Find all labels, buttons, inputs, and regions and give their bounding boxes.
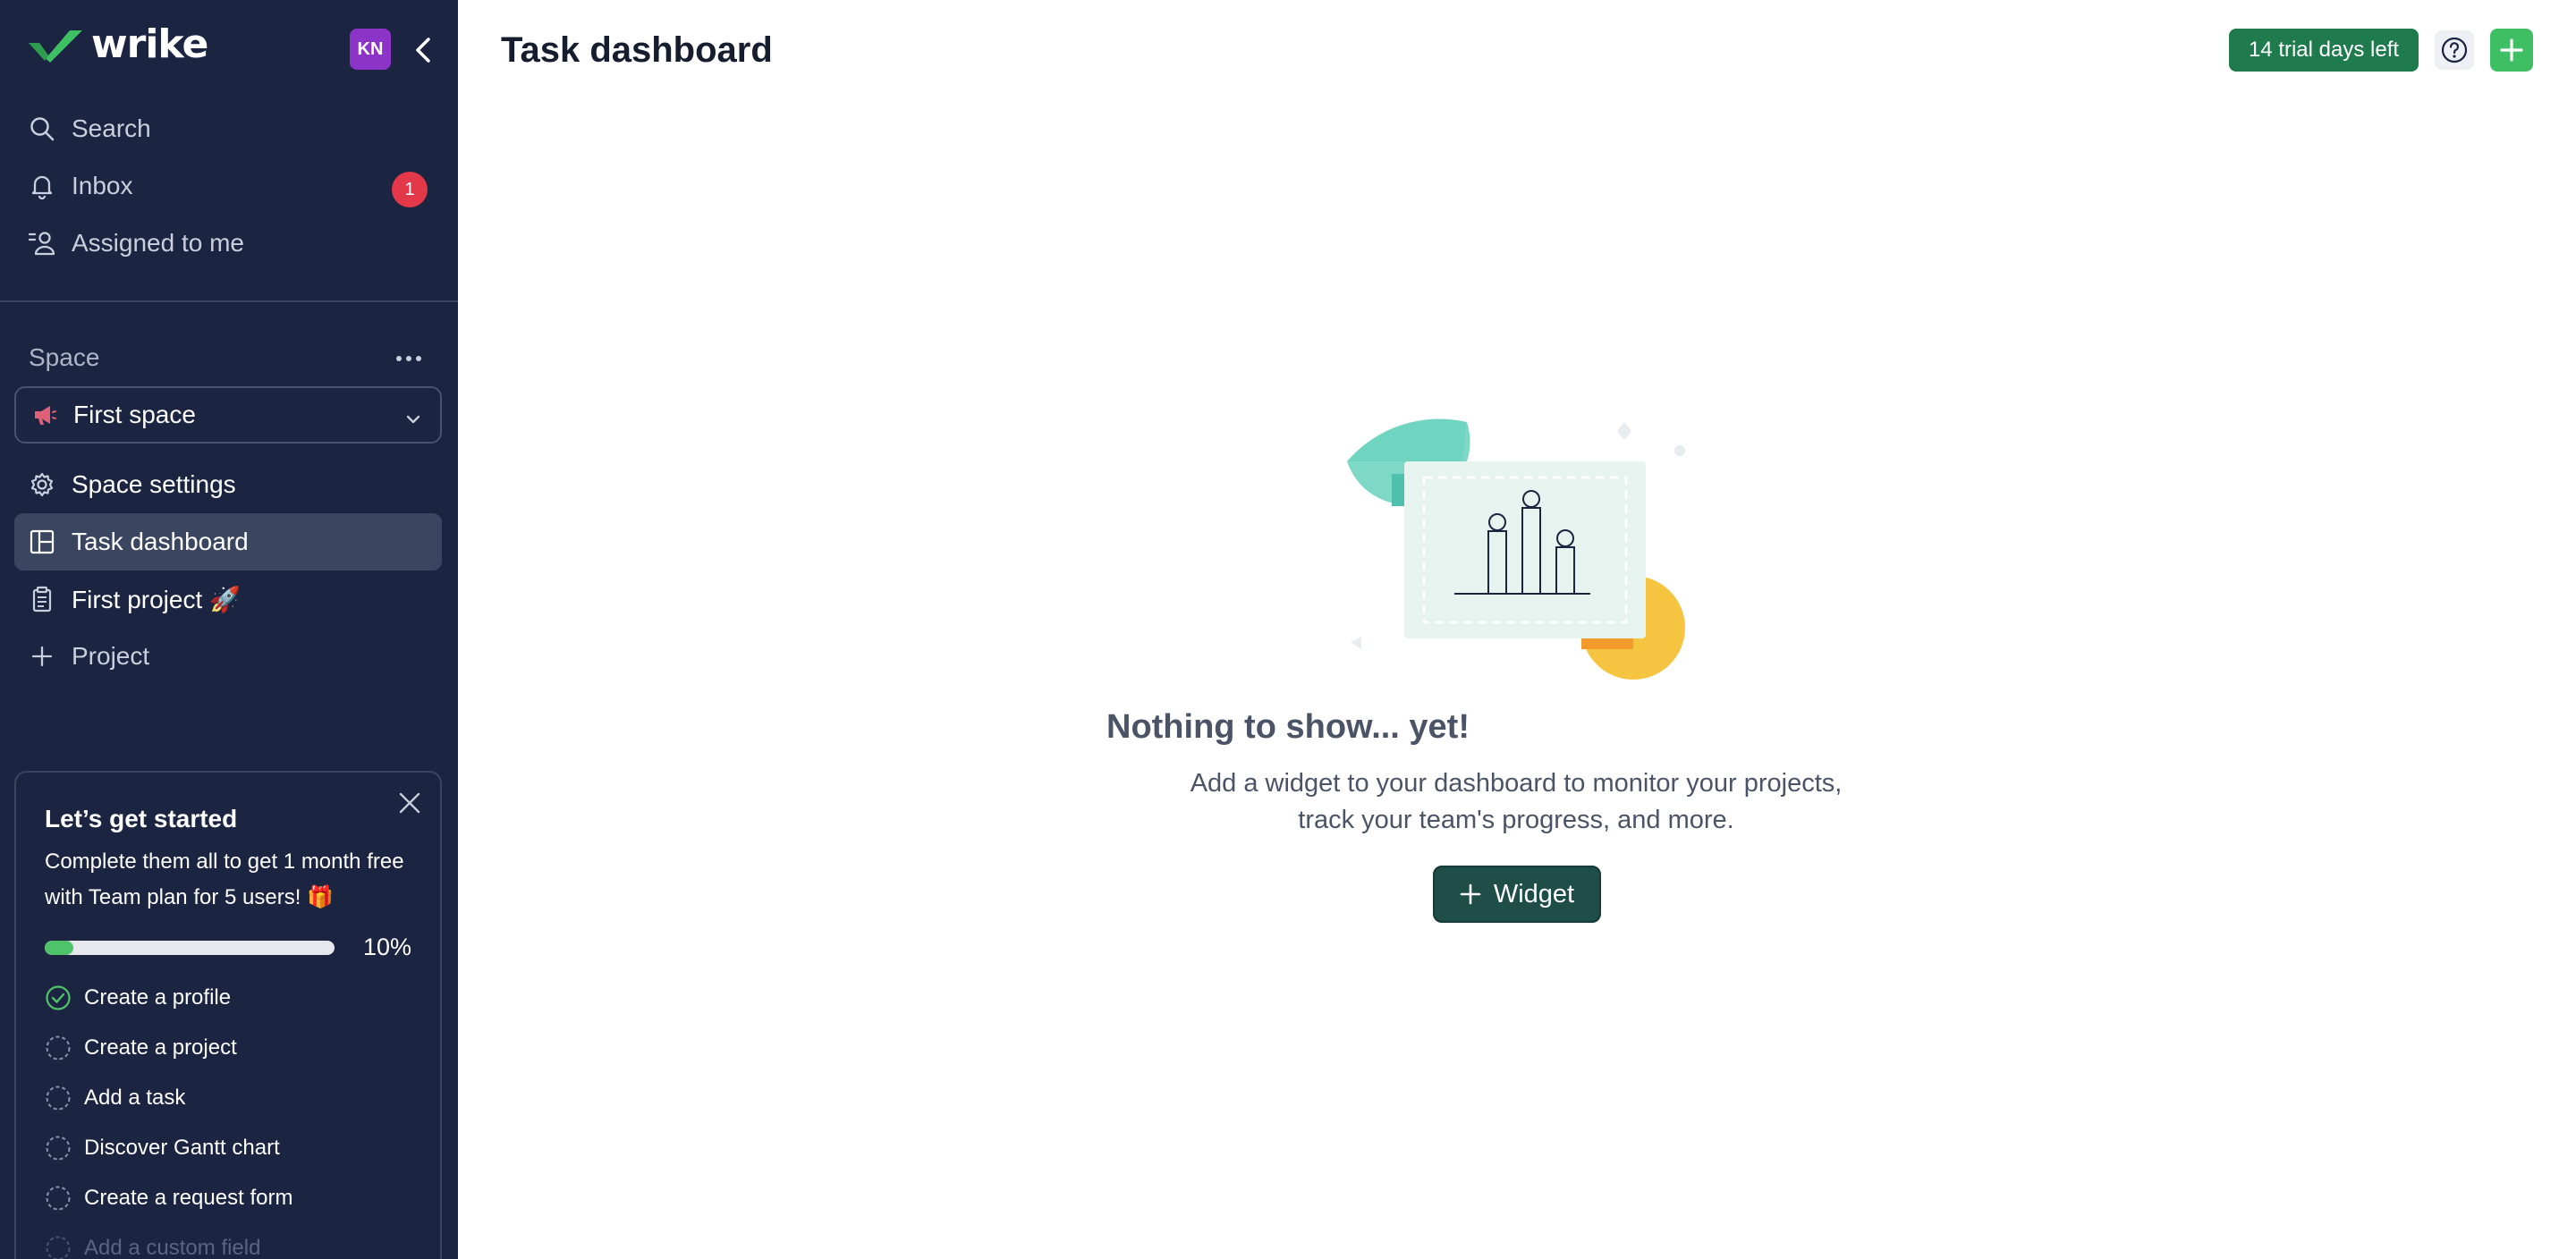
search-icon	[27, 114, 57, 144]
megaphone-icon	[32, 403, 57, 427]
dashed-circle-icon	[45, 1085, 72, 1111]
chevron-down-icon	[404, 406, 422, 435]
close-onboarding-button[interactable]	[394, 787, 426, 819]
nav-space-settings[interactable]: Space settings	[14, 456, 442, 513]
dashed-circle-icon	[45, 1135, 72, 1162]
nav-assigned-label: Assigned to me	[72, 229, 244, 257]
dashed-circle-icon	[45, 1035, 72, 1061]
empty-dashboard-illustration	[1347, 418, 1685, 680]
onboarding-task-gantt[interactable]: Discover Gantt chart	[45, 1132, 280, 1164]
empty-state-title: Nothing to show... yet!	[1106, 708, 1470, 746]
dashed-circle-icon	[45, 1235, 72, 1259]
nav-assigned-to-me[interactable]: Assigned to me	[14, 215, 442, 272]
onboarding-task-custom-field[interactable]: Add a custom field	[45, 1232, 260, 1259]
nav-first-project[interactable]: First project 🚀	[14, 570, 442, 628]
inbox-count-badge: 1	[392, 172, 428, 207]
dashboard-icon	[27, 527, 57, 557]
nav-inbox-label: Inbox	[72, 172, 133, 199]
collapse-sidebar-button[interactable]	[408, 32, 438, 68]
nav-task-dashboard[interactable]: Task dashboard	[14, 513, 442, 570]
bell-icon	[27, 171, 57, 201]
more-horizontal-icon	[396, 356, 421, 361]
space-more-button[interactable]	[394, 343, 424, 374]
onboarding-progress-fill	[45, 941, 74, 955]
space-selected-label: First space	[73, 401, 196, 428]
onboarding-task-label: Add a custom field	[84, 1236, 261, 1259]
clipboard-icon	[27, 584, 57, 614]
onboarding-task-label: Create a request form	[84, 1186, 293, 1210]
onboarding-task-create-project[interactable]: Create a project	[45, 1032, 237, 1064]
onboarding-task-request-form[interactable]: Create a request form	[45, 1182, 292, 1214]
onboarding-task-label: Add a task	[84, 1086, 186, 1110]
gear-icon	[27, 469, 57, 500]
dashed-circle-icon	[45, 1185, 72, 1212]
space-settings-label: Space settings	[72, 470, 236, 498]
onboarding-task-label: Create a profile	[84, 985, 232, 1010]
check-circle-icon	[45, 984, 72, 1011]
onboarding-task-label: Discover Gantt chart	[84, 1136, 280, 1160]
sidebar: wrike KN Search Inbox 1 Assigned to me S…	[0, 0, 458, 1259]
assigned-user-icon	[27, 228, 57, 258]
trial-days-badge[interactable]: 14 trial days left	[2229, 29, 2419, 72]
wrike-logo[interactable]: wrike	[27, 25, 208, 64]
onboarding-text: Complete them all to get 1 month free wi…	[45, 849, 404, 909]
add-widget-label: Widget	[1493, 879, 1575, 908]
empty-state-line-1: Add a widget to your dashboard to monito…	[1190, 769, 1843, 798]
onboarding-progress-bar	[45, 941, 335, 955]
chevron-left-icon	[416, 38, 430, 63]
sidebar-divider	[0, 300, 458, 302]
page-title: Task dashboard	[501, 30, 773, 70]
nav-search[interactable]: Search	[14, 100, 442, 157]
plus-icon	[2500, 38, 2523, 62]
onboarding-progress-label: 10%	[363, 934, 412, 960]
global-add-button[interactable]	[2490, 29, 2533, 72]
close-icon	[399, 792, 420, 814]
add-widget-button[interactable]: Widget	[1433, 866, 1601, 923]
brand-name: wrike	[91, 21, 208, 67]
onboarding-card: Let’s get started Complete them all to g…	[14, 771, 442, 1259]
onboarding-task-add-task[interactable]: Add a task	[45, 1082, 185, 1114]
plus-icon	[27, 641, 57, 672]
question-circle-icon	[2441, 37, 2468, 63]
user-avatar[interactable]: KN	[350, 29, 391, 70]
plus-icon	[1460, 883, 1481, 905]
onboarding-task-label: Create a project	[84, 1035, 237, 1060]
onboarding-title: Let’s get started	[45, 805, 238, 832]
nav-inbox[interactable]: Inbox 1	[14, 157, 442, 215]
empty-state-line-2: track your team's progress, and more.	[1298, 806, 1734, 834]
add-project-label: Project	[72, 642, 150, 670]
onboarding-task-create-profile[interactable]: Create a profile	[45, 982, 231, 1014]
wrike-check-logo-icon	[29, 30, 82, 63]
empty-state-description: Add a widget to your dashboard to monito…	[1154, 765, 1878, 839]
space-section-label: Space	[29, 343, 100, 371]
space-selector[interactable]: First space	[14, 386, 442, 444]
nav-add-project[interactable]: Project	[14, 628, 442, 685]
first-project-label: First project 🚀	[72, 585, 241, 613]
task-dashboard-label: Task dashboard	[72, 528, 249, 555]
nav-search-label: Search	[72, 114, 151, 142]
help-button[interactable]	[2435, 30, 2474, 70]
